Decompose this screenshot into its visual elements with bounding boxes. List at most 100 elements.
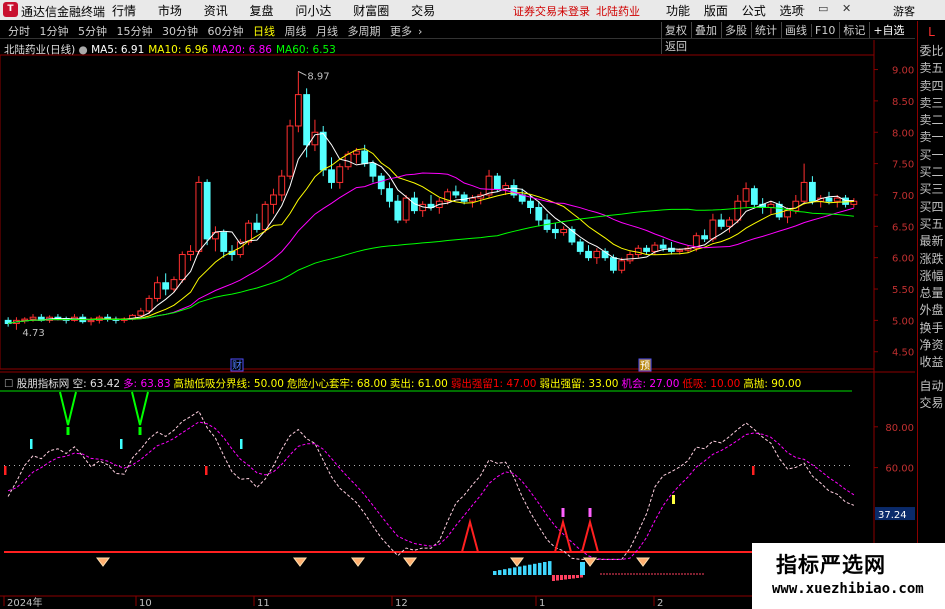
candle-body xyxy=(220,232,228,252)
volume-bar xyxy=(538,562,542,575)
tab-more[interactable]: 更多 xyxy=(390,23,412,39)
chevron-right-icon[interactable]: › xyxy=(418,25,422,38)
right-menu: 功能 版面 公式 选项 xyxy=(666,2,814,19)
tab-5min[interactable]: 5分钟 xyxy=(78,23,107,39)
volume-bar xyxy=(498,570,502,575)
menu-item-ask[interactable]: 问小达 xyxy=(295,2,331,19)
candle-body xyxy=(726,219,733,227)
ma-line xyxy=(8,148,854,324)
side-panel-item[interactable]: 买四 xyxy=(918,199,945,216)
mark-button[interactable]: 标记 xyxy=(839,22,868,38)
side-panel-item[interactable]: 总量 xyxy=(918,285,945,302)
side-panel-item[interactable]: 涨跌 xyxy=(918,251,945,268)
tab-timeshare[interactable]: 分时 xyxy=(8,23,30,39)
candle-body xyxy=(29,316,37,320)
low-price-label: 4.73 xyxy=(22,328,44,339)
date-tick-label: 12 xyxy=(395,598,408,609)
volume-bar xyxy=(523,565,527,575)
price-tick-label: 4.50 xyxy=(892,348,914,359)
side-panel-item[interactable]: 换手 xyxy=(918,320,945,337)
menu-item-wealth[interactable]: 财富圈 xyxy=(353,2,389,19)
tab-weekly[interactable]: 周线 xyxy=(285,23,307,39)
side-panel-item[interactable]: 外盘 xyxy=(918,302,945,319)
menu-item-layout[interactable]: 版面 xyxy=(704,2,728,19)
side-panel-item[interactable]: 买三 xyxy=(918,181,945,198)
candle-body xyxy=(651,244,659,252)
price-tick-label: 7.50 xyxy=(892,160,914,171)
multi-stock-button[interactable]: 多股 xyxy=(721,22,750,38)
candle-body xyxy=(618,260,626,271)
tab-1min[interactable]: 1分钟 xyxy=(40,23,69,39)
signal-bar xyxy=(588,508,592,517)
tab-60min[interactable]: 60分钟 xyxy=(208,23,244,39)
minimize-icon[interactable]: — xyxy=(794,2,805,15)
restore-icon[interactable]: ▭ xyxy=(818,2,828,15)
side-panel-item[interactable]: 自动 xyxy=(918,378,945,395)
watermark-title: 指标严选网 xyxy=(776,553,886,577)
signal-bar xyxy=(120,439,123,449)
tab-monthly[interactable]: 月线 xyxy=(316,23,338,39)
side-panel-item[interactable]: 卖四 xyxy=(918,78,945,95)
candle-body xyxy=(162,282,170,290)
volume-bar xyxy=(543,562,547,575)
candle-body xyxy=(825,197,833,202)
chart-area[interactable]: 9.00 8.50 8.00 7.50 7.00 6.50 6.00 5.50 5.00 4.50… xyxy=(0,40,915,609)
adjust-button[interactable]: 复权 xyxy=(661,22,690,38)
side-panel-item[interactable]: 卖一 xyxy=(918,129,945,146)
f10-button[interactable]: F10 xyxy=(811,24,838,37)
side-panel-item[interactable]: 委比 xyxy=(918,43,945,60)
side-panel-items: 委比 卖五 卖四 卖三 卖二 卖一 买一 买二 买三 买四 买五 最新 涨跌 涨幅 总量 外盘 换手 净资 收益自动… xyxy=(918,43,945,412)
candle-body xyxy=(775,203,783,218)
menu-item-trade[interactable]: 交易 xyxy=(411,2,435,19)
side-panel-item[interactable]: 买五 xyxy=(918,216,945,233)
menu-item-formula[interactable]: 公式 xyxy=(742,2,766,19)
volume-bar xyxy=(568,575,571,579)
candle-body xyxy=(568,228,576,243)
guest-label[interactable]: 游客 xyxy=(893,3,915,19)
buy-diamond-icon xyxy=(351,557,365,567)
side-panel-item[interactable]: 净资 xyxy=(918,337,945,354)
tab-multi-period[interactable]: 多周期 xyxy=(348,23,381,39)
ma-line xyxy=(8,132,854,324)
side-panel-item[interactable]: 交易 xyxy=(918,395,945,412)
signal-bar xyxy=(30,439,33,449)
buy-diamond-icon xyxy=(636,557,650,567)
add-watchlist-button[interactable]: +自选 xyxy=(869,22,907,38)
volume-bar xyxy=(533,563,537,575)
menu-item-news[interactable]: 资讯 xyxy=(204,2,228,19)
high-pointer xyxy=(298,70,307,76)
event-label: 预 xyxy=(640,360,650,372)
side-panel-item[interactable]: 卖三 xyxy=(918,95,945,112)
buy-diamond-icon xyxy=(583,557,597,567)
candle-body xyxy=(493,175,501,190)
level-mark[interactable]: L xyxy=(918,21,945,43)
overlay-button[interactable]: 叠加 xyxy=(691,22,720,38)
side-panel-item[interactable]: 最新 xyxy=(918,233,945,250)
candle-body xyxy=(734,200,742,221)
login-notice[interactable]: 证券交易未登录 北陆药业 xyxy=(513,3,640,19)
current-stock-name: 北陆药业 xyxy=(596,5,640,18)
side-panel-item[interactable]: 收益 xyxy=(918,354,945,371)
side-panel-item[interactable]: 买二 xyxy=(918,164,945,181)
stats-button[interactable]: 统计 xyxy=(751,22,780,38)
draw-line-button[interactable]: 画线 xyxy=(781,22,810,38)
tab-30min[interactable]: 30分钟 xyxy=(162,23,198,39)
menu-item-quotes[interactable]: 行情 xyxy=(112,2,136,19)
period-toolbar: 分时 1分钟 5分钟 15分钟 30分钟 60分钟 日线 周线 月线 多周期 更… xyxy=(0,21,915,54)
side-panel-item[interactable]: 卖二 xyxy=(918,112,945,129)
candle-body xyxy=(278,175,286,196)
tab-daily[interactable]: 日线 xyxy=(253,23,275,39)
side-panel-item[interactable]: 涨幅 xyxy=(918,268,945,285)
candle-body xyxy=(634,247,642,256)
candle-body xyxy=(402,197,410,221)
close-icon[interactable]: ✕ xyxy=(842,2,851,15)
menu-item-review[interactable]: 复盘 xyxy=(250,2,274,19)
tab-15min[interactable]: 15分钟 xyxy=(117,23,153,39)
side-panel-item[interactable]: 买一 xyxy=(918,147,945,164)
candle-body xyxy=(369,163,377,177)
menu-item-market[interactable]: 市场 xyxy=(158,2,182,19)
side-panel-item[interactable]: 卖五 xyxy=(918,60,945,77)
trade-login-status[interactable]: 证券交易未登录 xyxy=(513,5,590,18)
buy-diamond-icon xyxy=(403,557,417,567)
menu-item-function[interactable]: 功能 xyxy=(666,2,690,19)
